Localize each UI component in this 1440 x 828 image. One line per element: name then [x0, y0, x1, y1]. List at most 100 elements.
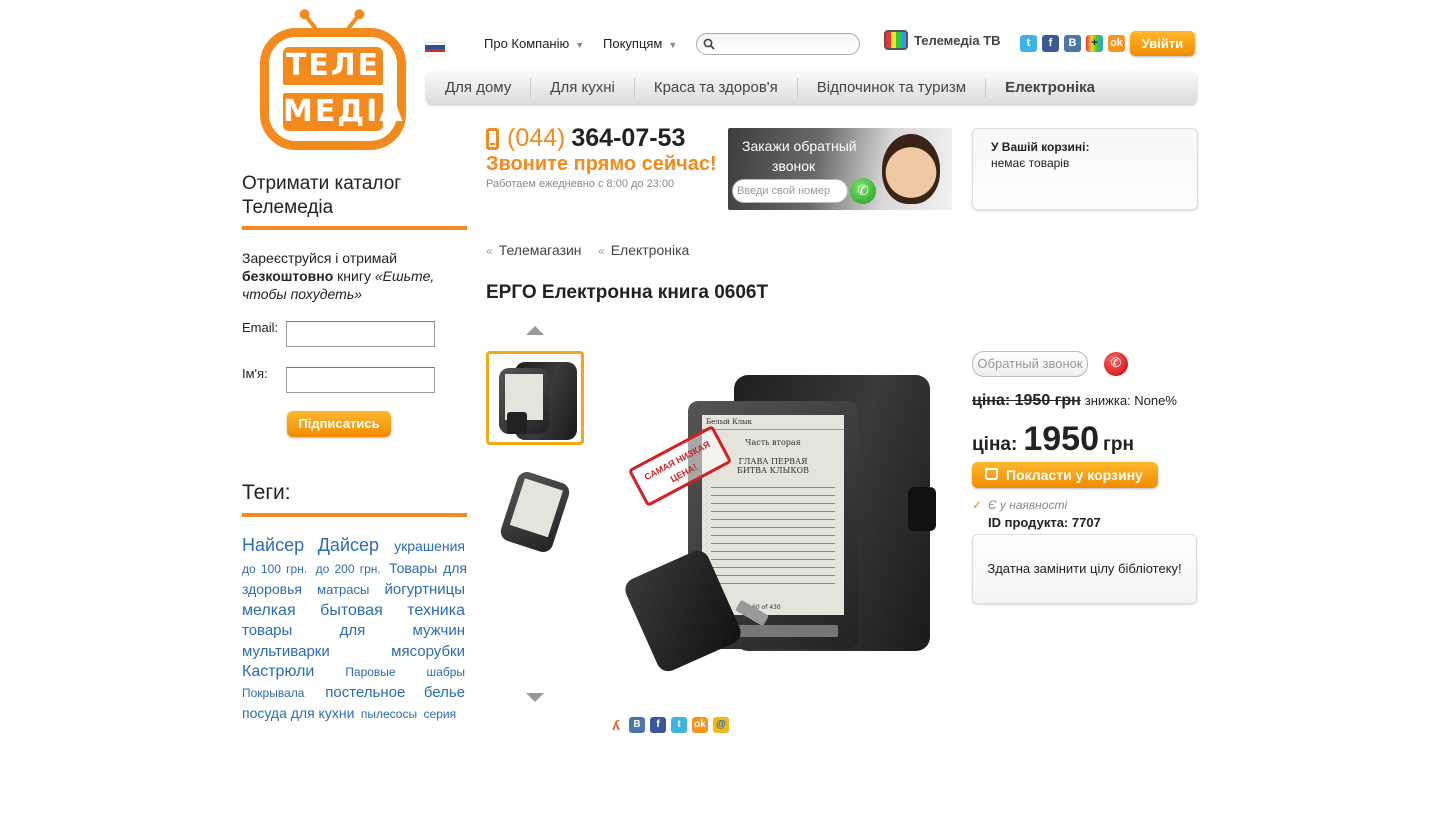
breadcrumb-label: Електроніка — [610, 242, 690, 258]
tag-link[interactable]: Покрывала — [242, 686, 304, 700]
price-label: ціна: — [972, 434, 1018, 455]
search-input[interactable] — [719, 36, 849, 54]
breadcrumb-item-electronics[interactable]: « Електроніка — [598, 242, 689, 258]
cart-box[interactable]: У Вашій корзині: немає товарів — [972, 128, 1198, 210]
call-now-text: Звоните прямо сейчас! — [486, 153, 717, 175]
tag-link[interactable]: йогуртницы — [385, 581, 465, 598]
shopping-bag-icon — [985, 468, 998, 480]
price-currency: грн — [1102, 434, 1134, 455]
search-box[interactable] — [696, 33, 860, 55]
tag-link[interactable]: пылесосы — [361, 707, 417, 721]
gallery-down-arrow-icon[interactable] — [526, 693, 544, 702]
google-plus-icon[interactable]: + — [1086, 35, 1103, 52]
cart-status: немає товарів — [991, 156, 1070, 170]
tag-link[interactable]: Паровые — [345, 665, 395, 679]
registration-text: Зареєструйся і отримай безкоштовно книгу… — [242, 249, 470, 303]
tag-link[interactable]: матрасы — [317, 582, 369, 597]
vkontakte-icon[interactable]: B — [629, 717, 645, 733]
price-value: 1950 — [1023, 420, 1099, 458]
nav-item-travel[interactable]: Відпочинок та туризм — [798, 78, 987, 98]
catalog-title-line2: Телемедіа — [242, 197, 334, 218]
tag-link[interactable]: до 200 грн. — [316, 562, 381, 576]
email-label: Email: — [242, 320, 279, 335]
product-main-image[interactable]: Белый Клык Часть вторая ГЛАВА ПЕРВАЯ БИТ… — [618, 345, 952, 695]
product-description: Здатна замінити цілу бібліотеку! — [972, 534, 1197, 604]
gallery-up-arrow-icon[interactable] — [526, 326, 544, 335]
twitter-icon[interactable]: t — [671, 717, 687, 733]
facebook-icon[interactable]: f — [1042, 35, 1059, 52]
name-label: Ім'я: — [242, 366, 268, 381]
odnoklassniki-person-icon[interactable]: ʎ — [608, 717, 624, 733]
odnoklassniki-icon[interactable]: ok — [1108, 35, 1125, 52]
menu-about[interactable]: Про Компанію ▼ — [484, 36, 584, 51]
breadcrumb-arrow-icon: « — [486, 244, 493, 258]
menu-customers-label: Покупцям — [603, 36, 663, 51]
tag-cloud-fade — [236, 725, 476, 828]
tv-icon — [884, 30, 908, 50]
old-price-value: ціна: 1950 грн — [972, 392, 1081, 409]
callback-banner[interactable]: Закажи обратный звонок Введи свой номер … — [728, 128, 952, 210]
email-field[interactable] — [286, 321, 435, 347]
discount-text: знижка: None% — [1084, 393, 1177, 408]
callback-button[interactable]: Обратный звонок — [972, 351, 1088, 377]
menu-customers[interactable]: Покупцям ▼ — [603, 36, 677, 51]
login-button[interactable]: Увійти — [1130, 31, 1195, 56]
chevron-down-icon: ▼ — [668, 40, 678, 50]
screen-header: Белый Клык — [702, 415, 844, 430]
mobile-phone-icon — [486, 128, 499, 150]
breadcrumb-label: Телемагазин — [498, 242, 582, 258]
main-navigation: Для дому Для кухні Краса та здоров'я Від… — [426, 72, 1197, 104]
nav-item-electronics[interactable]: Електроніка — [986, 78, 1114, 98]
name-field[interactable] — [286, 367, 435, 393]
thumbnail-2[interactable] — [486, 466, 584, 560]
breadcrumb-item-shop[interactable]: « Телемагазин — [486, 242, 582, 258]
tag-link[interactable]: серия — [424, 707, 457, 721]
phone-call-icon[interactable]: ✆ — [1104, 352, 1128, 376]
telemedia-logo[interactable]: ТЕЛЕ МЕДІА — [258, 6, 408, 152]
old-price: ціна: 1950 грн знижка: None% — [972, 392, 1177, 410]
menu-about-label: Про Компанію — [484, 36, 570, 51]
callback-title-line1: Закажи обратный — [742, 138, 857, 154]
working-hours: Работаем ежедневно с 8:00 до 23:00 — [486, 178, 675, 190]
tag-link[interactable]: шабры — [427, 665, 465, 679]
callback-phone-input[interactable]: Введи свой номер — [732, 179, 848, 203]
tag-link[interactable]: постельное белье — [325, 684, 465, 701]
tag-link[interactable]: Кастрюли — [242, 663, 314, 680]
nav-item-home[interactable]: Для дому — [426, 78, 532, 98]
tag-link[interactable]: мясорубки — [391, 643, 465, 660]
nav-item-beauty[interactable]: Краса та здоров'я — [635, 78, 798, 98]
subscribe-button[interactable]: Підписатись — [287, 411, 391, 437]
thumbnail-1[interactable] — [486, 351, 584, 445]
reg-text-bold: безкоштовно — [242, 268, 334, 284]
tag-link[interactable]: мультиварки — [242, 643, 330, 660]
catalog-title-line1: Отримати каталог — [242, 173, 402, 194]
logo-line2: МЕДІА — [283, 93, 405, 131]
facebook-icon[interactable]: f — [650, 717, 666, 733]
phone-call-icon[interactable]: ✆ — [850, 178, 876, 204]
current-price: ціна: 1950 грн — [972, 420, 1134, 459]
callback-title-line2: звонок — [772, 158, 816, 174]
tag-link[interactable]: Найсер Дайсер — [242, 535, 379, 555]
old-price-amount: 1950 грн — [1014, 392, 1081, 409]
mail-icon[interactable]: @ — [713, 717, 729, 733]
twitter-icon[interactable]: t — [1020, 35, 1037, 52]
tag-link[interactable]: посуда для кухни — [242, 705, 354, 721]
operator-photo — [882, 134, 940, 204]
checkmark-icon: ✓ — [972, 498, 983, 512]
add-to-cart-button[interactable]: Покласти у корзину — [972, 462, 1158, 488]
nav-item-kitchen[interactable]: Для кухні — [531, 78, 635, 98]
callback-banner-title: Закажи обратный звонок — [742, 136, 857, 176]
divider — [242, 226, 467, 230]
tv-link-label: Телемедіа ТВ — [914, 32, 1001, 48]
cart-title: У Вашій корзині: — [991, 140, 1090, 154]
tag-link[interactable]: мелкая бытовая техника — [242, 602, 465, 619]
tag-link[interactable]: товары для мужчин — [242, 622, 465, 639]
vkontakte-icon[interactable]: B — [1064, 35, 1081, 52]
russian-flag-icon[interactable] — [425, 42, 445, 52]
telemedia-tv-link[interactable]: Телемедіа ТВ — [884, 30, 1001, 50]
logo-line1: ТЕЛЕ — [283, 47, 383, 85]
tag-link[interactable]: украшения — [394, 538, 465, 554]
odnoklassniki-icon[interactable]: ok — [692, 717, 708, 733]
tag-link[interactable]: до 100 грн. — [242, 562, 307, 576]
add-to-cart-label: Покласти у корзину — [1006, 467, 1143, 483]
